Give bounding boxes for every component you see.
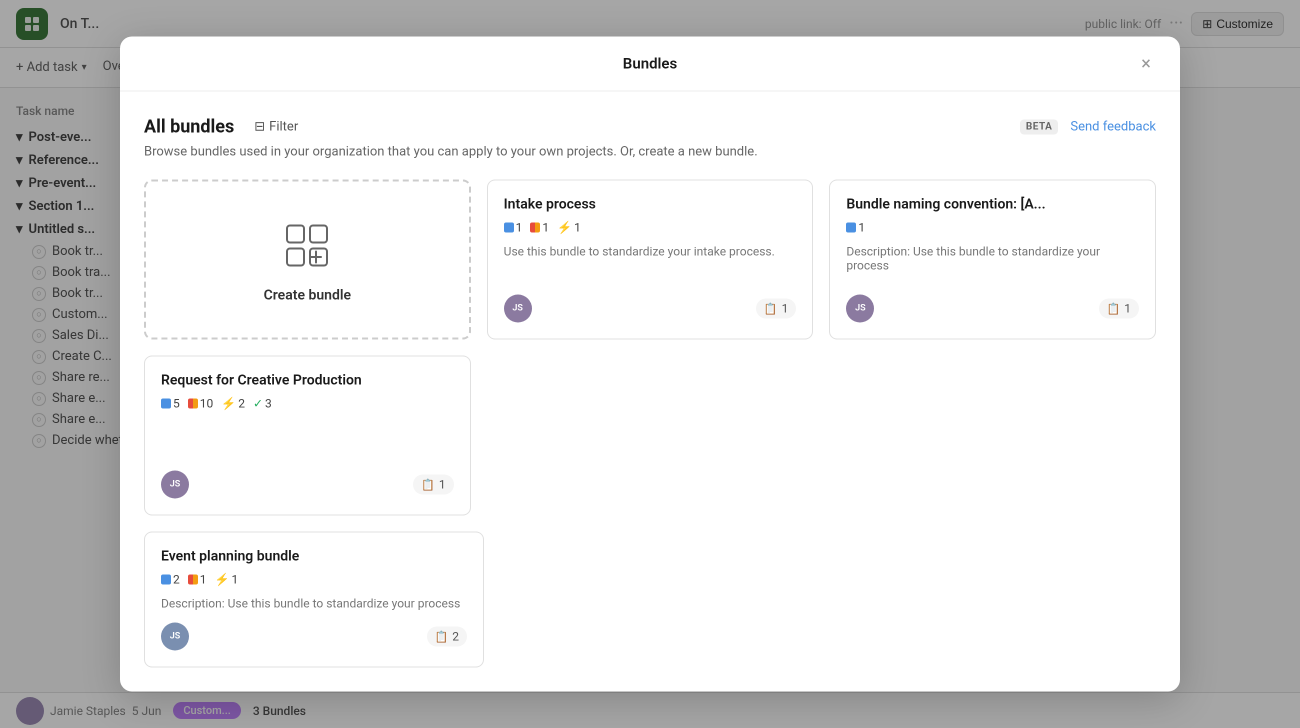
modal-title: Bundles <box>623 55 677 73</box>
bundle-pills: 5 10 ⚡ 2 ✓ 3 <box>161 397 454 411</box>
project-count-icon: 📋 <box>435 630 449 643</box>
modal-subtitle: Browse bundles used in your organization… <box>144 145 1156 160</box>
pill-multi: 1 <box>188 573 207 587</box>
bundle-description: Description: Use this bundle to standard… <box>846 245 1139 283</box>
pill-dot-blue <box>504 223 514 233</box>
pill-dot-multi <box>188 399 198 409</box>
bundle-footer: JS 📋 1 <box>161 471 454 499</box>
filter-icon: ⊟ <box>254 120 265 135</box>
lightning-icon: ⚡ <box>215 573 230 587</box>
bundle-footer: JS 📋 1 <box>504 295 797 323</box>
pill-blue: 1 <box>504 221 523 235</box>
pill-dot-blue <box>846 223 856 233</box>
lightning-icon: ⚡ <box>557 221 572 235</box>
bundles-grid: Create bundle Intake process 1 1 ⚡ <box>144 180 1156 516</box>
pill-multi: 10 <box>188 397 214 411</box>
avatar-initials: JS <box>170 632 181 642</box>
pill-dot-blue <box>161 399 171 409</box>
pill-blue: 1 <box>846 221 865 235</box>
bundle-pills: 1 <box>846 221 1139 235</box>
modal-header: Bundles × <box>120 37 1180 92</box>
project-count: 📋 1 <box>756 299 796 319</box>
create-bundle-card[interactable]: Create bundle <box>144 180 471 340</box>
bundle-name: Intake process <box>504 197 797 213</box>
project-count: 📋 1 <box>413 475 453 495</box>
pill-yellow: ⚡ 1 <box>215 573 239 587</box>
bundle-pills: 1 1 ⚡ 1 <box>504 221 797 235</box>
avatar: JS <box>161 623 189 651</box>
create-bundle-icon <box>277 216 337 276</box>
naming-bundle-card[interactable]: Bundle naming convention: [A... 1 Descri… <box>829 180 1156 340</box>
intake-bundle-card[interactable]: Intake process 1 1 ⚡ 1 Use this bu <box>487 180 814 340</box>
pill-yellow: ⚡ 2 <box>221 397 245 411</box>
close-button[interactable]: × <box>1132 50 1160 78</box>
beta-badge: BETA <box>1020 120 1059 135</box>
bundle-description: Use this bundle to standardize your inta… <box>504 245 797 283</box>
avatar: JS <box>504 295 532 323</box>
project-count: 📋 2 <box>427 627 467 647</box>
pill-multi: 1 <box>530 221 549 235</box>
bundle-footer: JS 📋 2 <box>161 623 467 651</box>
bundle-name: Request for Creative Production <box>161 373 454 389</box>
avatar-initials: JS <box>170 480 181 490</box>
pill-dot-blue <box>161 575 171 585</box>
bundle-footer: JS 📋 1 <box>846 295 1139 323</box>
lightning-icon: ⚡ <box>221 397 236 411</box>
event-planning-bundle-card[interactable]: Event planning bundle 2 1 ⚡ 1 Desc <box>144 532 484 668</box>
creative-bundle-card[interactable]: Request for Creative Production 5 10 ⚡ 2 <box>144 356 471 516</box>
modal-section-title: All bundles <box>144 117 234 138</box>
send-feedback-link[interactable]: Send feedback <box>1070 120 1156 135</box>
bundle-name: Event planning bundle <box>161 549 467 565</box>
pill-blue: 5 <box>161 397 180 411</box>
pill-check: ✓ 3 <box>253 397 272 411</box>
avatar-initials: JS <box>855 304 866 314</box>
bundles-modal: Bundles × All bundles ⊟ Filter BETA Send… <box>120 37 1180 692</box>
pill-blue: 2 <box>161 573 180 587</box>
bundle-name: Bundle naming convention: [A... <box>846 197 1139 213</box>
avatar: JS <box>161 471 189 499</box>
modal-body: All bundles ⊟ Filter BETA Send feedback … <box>120 92 1180 692</box>
project-count-icon: 📋 <box>421 478 435 491</box>
bundle-pills: 2 1 ⚡ 1 <box>161 573 467 587</box>
bundle-description <box>161 421 454 459</box>
modal-top-row: All bundles ⊟ Filter BETA Send feedback <box>144 116 1156 139</box>
create-bundle-label: Create bundle <box>264 288 351 304</box>
pill-yellow: ⚡ 1 <box>557 221 581 235</box>
project-count-icon: 📋 <box>764 302 778 315</box>
avatar: JS <box>846 295 874 323</box>
avatar-initials: JS <box>512 304 523 314</box>
project-count: 📋 1 <box>1099 299 1139 319</box>
bundle-description: Description: Use this bundle to standard… <box>161 597 467 611</box>
project-count-icon: 📋 <box>1107 302 1121 315</box>
filter-button[interactable]: ⊟ Filter <box>246 116 306 139</box>
pill-dot-multi <box>188 575 198 585</box>
modal-top-right: BETA Send feedback <box>1020 120 1156 135</box>
bundles-row2: Event planning bundle 2 1 ⚡ 1 Desc <box>144 532 1156 668</box>
pill-dot-multi <box>530 223 540 233</box>
check-icon: ✓ <box>253 397 263 411</box>
